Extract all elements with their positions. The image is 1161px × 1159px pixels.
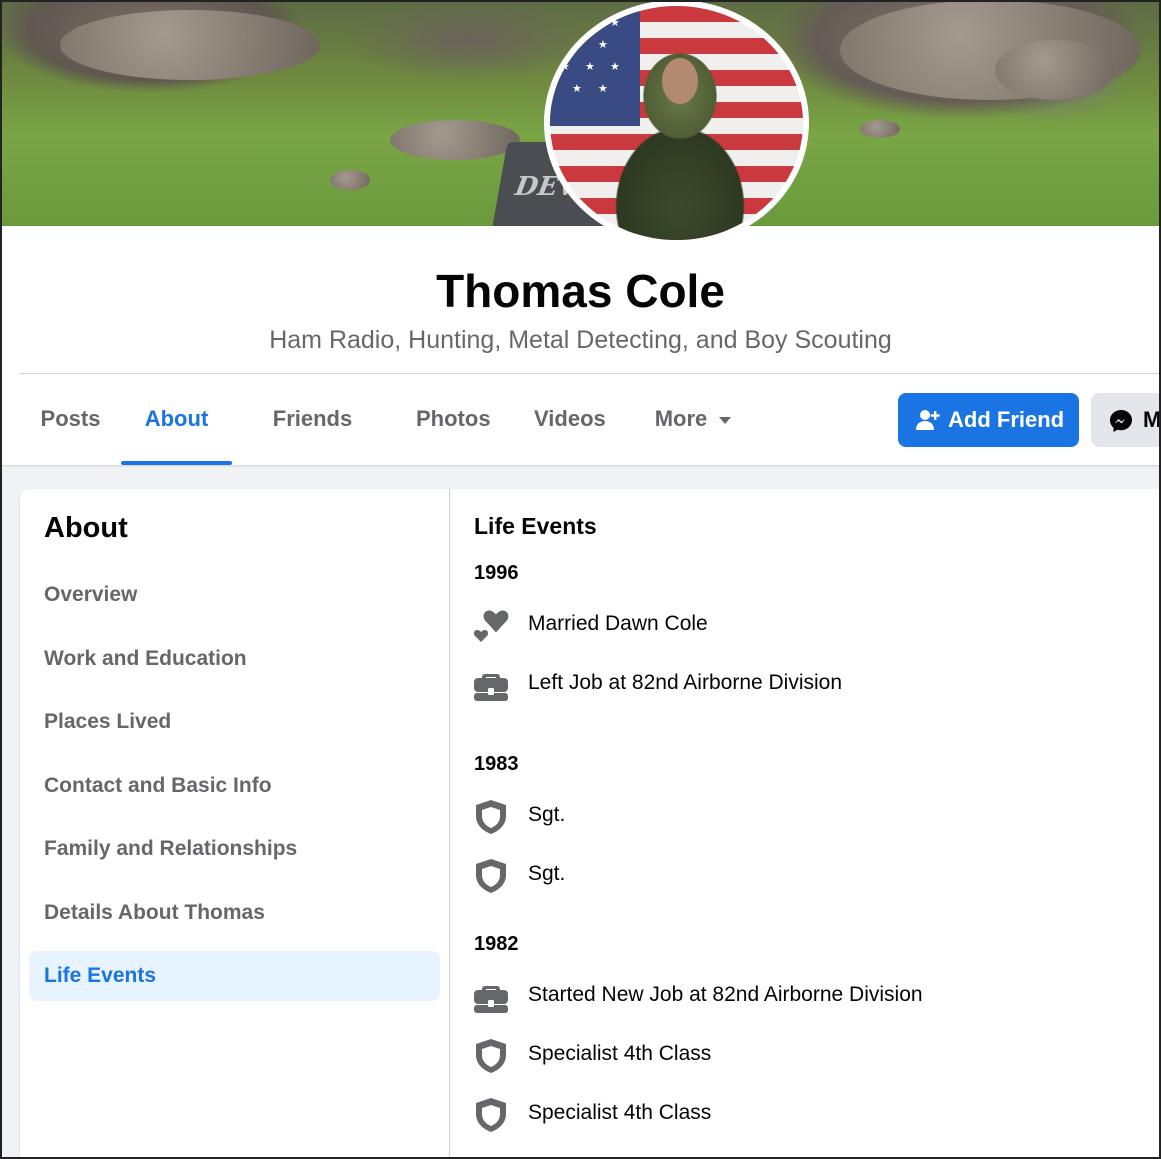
life-event-text: Married Dawn Cole	[528, 612, 708, 635]
briefcase-icon	[474, 674, 508, 701]
avatar-face	[662, 58, 698, 104]
sidebar-item-label: Places Lived	[44, 710, 172, 733]
life-event-item[interactable]: Specialist 4th Class	[472, 1095, 1152, 1135]
tab-more[interactable]: More	[652, 374, 734, 465]
tab-about[interactable]: About	[121, 374, 232, 465]
profile-tagline: Ham Radio, Hunting, Metal Detecting, and…	[269, 326, 892, 354]
messenger-icon	[1110, 410, 1132, 432]
sidebar-item-work-education[interactable]: Work and Education	[29, 634, 440, 684]
life-event-text: Specialist 4th Class	[528, 1042, 712, 1065]
tab-posts[interactable]: Posts	[20, 374, 121, 465]
sidebar-item-label: Family and Relationships	[44, 837, 298, 860]
life-event-text: Sgt.	[528, 803, 566, 826]
sidebar-item-label: Contact and Basic Info	[44, 774, 272, 797]
tab-photos-label: Photos	[416, 406, 491, 431]
life-event-text: Started New Job at 82nd Airborne Divisio…	[528, 983, 923, 1006]
tab-about-label: About	[144, 406, 209, 431]
cover-rock	[860, 120, 900, 138]
caret-down-icon	[719, 416, 732, 424]
cover-rock	[995, 40, 1115, 100]
life-event-text: Left Job at 82nd Airborne Division	[528, 671, 843, 694]
life-event-text: Specialist 4th Class	[528, 1101, 712, 1124]
sidebar-title: About	[44, 512, 128, 544]
life-event-item[interactable]: Sgt.	[472, 856, 1152, 896]
sidebar-item-family[interactable]: Family and Relationships	[29, 824, 440, 874]
sidebar-item-label: Details About Thomas	[44, 901, 265, 924]
shield-icon	[476, 800, 506, 834]
add-friend-button[interactable]: Add Friend	[898, 393, 1079, 447]
briefcase-icon	[474, 986, 508, 1013]
life-event-item[interactable]: Specialist 4th Class	[472, 1036, 1152, 1076]
tab-friends-label: Friends	[272, 406, 353, 431]
sidebar-item-details[interactable]: Details About Thomas	[29, 888, 440, 938]
year-heading: 1982	[474, 933, 519, 955]
life-event-item[interactable]: Started New Job at 82nd Airborne Divisio…	[472, 977, 1152, 1017]
life-event-item[interactable]: Sgt.	[472, 797, 1152, 837]
sidebar-item-label: Work and Education	[44, 647, 247, 670]
shield-icon	[476, 859, 506, 893]
sidebar-item-overview[interactable]: Overview	[29, 570, 440, 620]
sidebar-item-label: Overview	[44, 583, 138, 606]
sidebar-item-label: Life Events	[44, 964, 157, 987]
hearts-icon	[473, 610, 509, 642]
tab-videos[interactable]: Videos	[534, 374, 606, 465]
life-events-title: Life Events	[474, 513, 597, 539]
sidebar-item-places-lived[interactable]: Places Lived	[29, 697, 440, 747]
tab-more-label: More	[654, 406, 708, 431]
year-heading: 1983	[474, 753, 519, 775]
tab-photos[interactable]: Photos	[416, 374, 491, 465]
profile-tabs: Posts About Friends 118 Photos Videos Mo…	[20, 374, 900, 521]
message-button[interactable]: M	[1091, 393, 1161, 447]
life-event-item[interactable]: Left Job at 82nd Airborne Division	[472, 665, 1152, 705]
content-divider	[449, 489, 450, 1159]
shield-icon	[476, 1098, 506, 1132]
sidebar-item-contact-info[interactable]: Contact and Basic Info	[29, 761, 440, 811]
profile-name: Thomas Cole	[436, 265, 725, 317]
life-event-item[interactable]: Married Dawn Cole	[472, 606, 1152, 646]
shield-icon	[476, 1039, 506, 1073]
sidebar-item-life-events[interactable]: Life Events	[29, 951, 440, 1001]
tab-friends[interactable]: Friends 118	[256, 374, 369, 521]
tab-videos-label: Videos	[534, 406, 606, 431]
cover-rock	[390, 120, 520, 160]
year-heading: 1996	[474, 562, 519, 584]
cover-rock	[330, 170, 370, 190]
add-friend-icon	[916, 410, 940, 430]
message-label: M	[1143, 407, 1161, 432]
add-friend-label: Add Friend	[948, 407, 1065, 432]
profile-avatar[interactable]: ★★★ ★★ ★★★ ★★	[544, 0, 809, 246]
tab-posts-label: Posts	[40, 406, 101, 431]
cover-rock	[60, 10, 320, 80]
life-event-text: Sgt.	[528, 862, 566, 885]
